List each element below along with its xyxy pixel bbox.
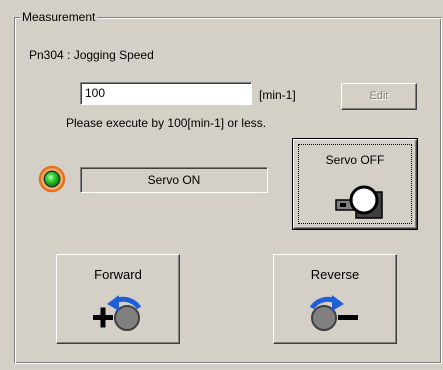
parameter-label: Pn304 : Jogging Speed — [29, 48, 154, 62]
speed-limit-hint: Please execute by 100[min-1] or less. — [66, 116, 267, 130]
speed-unit-label: [min-1] — [259, 88, 296, 102]
forward-rotation-icon — [93, 295, 142, 331]
groupbox-title: Measurement — [20, 9, 98, 25]
reverse-jog-button[interactable]: Reverse — [273, 254, 397, 344]
reverse-rotation-icon — [309, 295, 358, 331]
edit-button[interactable]: Edit — [341, 83, 417, 110]
servo-status-display: Servo ON — [80, 167, 268, 193]
servo-off-button[interactable]: Servo OFF — [292, 138, 418, 230]
jogging-speed-value: 100 — [85, 86, 106, 100]
servo-motor-icon — [335, 185, 383, 219]
reverse-label: Reverse — [310, 267, 360, 282]
forward-jog-button[interactable]: Forward — [56, 254, 180, 344]
servo-off-label: Servo OFF — [325, 153, 385, 167]
jogging-speed-input[interactable]: 100 — [80, 82, 252, 105]
forward-label: Forward — [94, 267, 142, 282]
servo-status-led-icon — [38, 165, 66, 196]
